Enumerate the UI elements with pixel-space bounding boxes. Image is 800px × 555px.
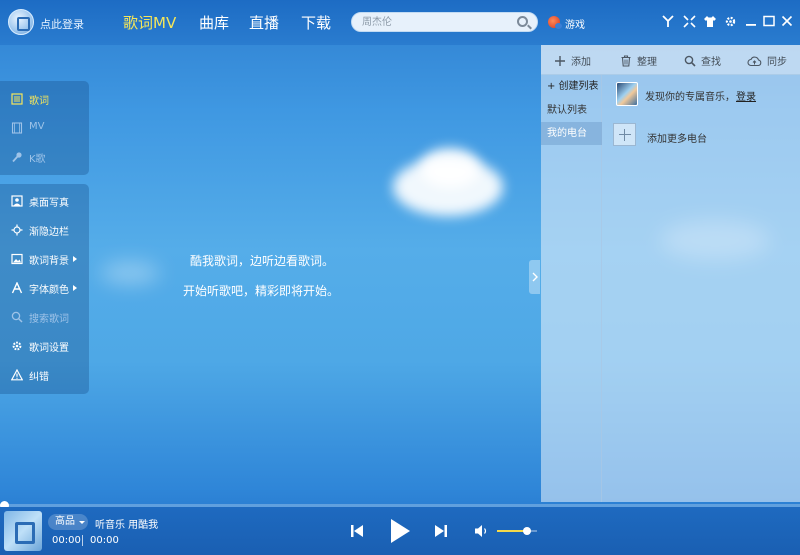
time-separator [82, 535, 83, 546]
quality-dropdown[interactable]: 高品 [48, 514, 88, 530]
volume-slider[interactable] [497, 527, 537, 535]
side-item-report-error[interactable]: 纠错 [0, 363, 89, 387]
side-item-fade-sidebar[interactable]: 渐隐边栏 [0, 218, 89, 242]
login-link[interactable]: 点此登录 [40, 16, 84, 32]
side-item-mv[interactable]: MV [0, 116, 89, 140]
tab-library[interactable]: 曲库 [199, 12, 229, 33]
desktop-photo-icon [11, 195, 23, 207]
find-button-label: 查找 [701, 57, 721, 68]
game-icon[interactable] [548, 16, 562, 29]
add-radio-button[interactable] [613, 123, 636, 146]
radio-login-link[interactable]: 登录 [736, 88, 756, 103]
search-input[interactable] [362, 14, 512, 30]
sync-button[interactable]: 同步 [747, 53, 787, 68]
microphone-icon [11, 151, 23, 163]
previous-track-button[interactable] [348, 522, 366, 540]
submenu-arrow-icon [73, 256, 77, 262]
submenu-arrow-icon [73, 285, 77, 291]
maximize-icon[interactable] [761, 13, 777, 29]
settings-gear-icon[interactable] [722, 13, 738, 29]
app-window: 点此登录 歌词MV 曲库 直播 下载 游戏 [0, 0, 800, 555]
next-icon [435, 525, 447, 537]
side-item-karaoke[interactable]: K歌 [0, 145, 89, 169]
compact-mode-icon[interactable] [681, 13, 697, 29]
play-icon [391, 519, 410, 543]
side-item-search-lyrics[interactable]: 搜索歌词 [0, 305, 89, 329]
lyrics-icon [11, 93, 23, 105]
fade-sidebar-icon [11, 224, 23, 236]
plus-icon [554, 55, 566, 67]
organize-button[interactable]: 整理 [620, 53, 657, 68]
game-link[interactable]: 游戏 [565, 16, 585, 31]
side-item-lyrics-settings[interactable]: 歌词设置 [0, 334, 89, 358]
discover-music-text: 发现你的专属音乐， [645, 92, 735, 103]
cloud-decoration [420, 148, 480, 188]
volume-handle[interactable] [523, 527, 531, 535]
cloud-sync-icon [747, 55, 762, 67]
previous-icon [351, 525, 363, 537]
side-item-label: 纠错 [29, 372, 49, 383]
side-item-label: 歌词背景 [29, 256, 69, 267]
panel-collapse-handle[interactable] [529, 260, 540, 294]
playlist-panel: 添加 整理 查找 同步 + 创建列表 默认列表 我的电台 发现你的专属音乐， 登… [541, 45, 800, 502]
sync-button-label: 同步 [767, 57, 787, 68]
font-icon [11, 282, 23, 294]
side-item-label: 渐隐边栏 [29, 227, 69, 238]
side-item-label: 歌词设置 [29, 343, 69, 354]
playlist-toolbar: 添加 整理 查找 同步 [541, 45, 800, 75]
lyrics-mode-menu: 歌词 MV K歌 [0, 81, 89, 175]
side-item-label: MV [29, 121, 45, 132]
side-item-font-color[interactable]: 字体颜色 [0, 276, 89, 300]
radio-avatar-image[interactable] [616, 82, 638, 106]
album-art[interactable] [4, 511, 42, 551]
lyrics-options-menu: 桌面写真 渐隐边栏 歌词背景 字体颜色 搜索歌词 歌词设置 纠错 [0, 184, 89, 394]
lyrics-prompt-line2: 开始听歌吧，精彩即将开始。 [183, 284, 340, 298]
add-button[interactable]: 添加 [554, 53, 591, 68]
mv-film-icon [11, 122, 23, 134]
tab-live[interactable]: 直播 [249, 12, 279, 33]
tab-lyrics-mv[interactable]: 歌词MV [123, 12, 176, 33]
track-title: 听音乐 用酷我 [95, 520, 159, 531]
current-time: 00:00 [52, 535, 81, 546]
create-playlist-button[interactable]: + 创建列表 [541, 75, 602, 98]
side-item-label: 歌词 [29, 96, 49, 107]
kuwo-logo[interactable] [8, 9, 34, 35]
side-item-label: 搜索歌词 [29, 314, 69, 325]
side-item-label: 桌面写真 [29, 198, 69, 209]
side-item-lyrics[interactable]: 歌词 [0, 87, 89, 111]
warning-icon [11, 369, 23, 381]
trash-icon [620, 54, 632, 67]
playlist-list: + 创建列表 默认列表 我的电台 [541, 75, 602, 502]
player-bar: 高品 听音乐 用酷我 00:00 00:00 [0, 507, 800, 555]
lyrics-prompt-line1: 酷我歌词，边听边看歌词。 [190, 254, 335, 268]
side-item-desktop-photo[interactable]: 桌面写真 [0, 189, 89, 213]
next-track-button[interactable] [432, 522, 450, 540]
tab-download[interactable]: 下载 [301, 12, 331, 33]
search-box [351, 12, 538, 32]
add-button-label: 添加 [571, 57, 591, 68]
title-bar: 点此登录 歌词MV 曲库 直播 下载 游戏 [0, 0, 800, 45]
search-icon [11, 311, 23, 323]
find-button[interactable]: 查找 [684, 53, 721, 68]
list-item-my-radio[interactable]: 我的电台 [541, 122, 602, 145]
cloud-decoration [100, 262, 160, 284]
organize-button-label: 整理 [637, 57, 657, 68]
side-item-label: K歌 [29, 154, 46, 165]
volume-icon[interactable] [474, 524, 490, 538]
close-icon[interactable] [779, 13, 795, 29]
list-item-default[interactable]: 默认列表 [541, 99, 602, 122]
side-item-lyrics-background[interactable]: 歌词背景 [0, 247, 89, 271]
chevron-right-icon [532, 272, 538, 282]
skin-shirt-icon[interactable] [702, 13, 718, 29]
image-icon [11, 253, 23, 265]
play-button[interactable] [386, 517, 414, 545]
minimize-icon[interactable] [743, 13, 759, 29]
search-icon [684, 55, 696, 67]
add-radio-label[interactable]: 添加更多电台 [647, 130, 707, 145]
antenna-icon[interactable] [660, 13, 676, 29]
gear-icon [11, 340, 23, 352]
search-icon[interactable] [517, 16, 528, 27]
total-time: 00:00 [90, 535, 119, 546]
side-item-label: 字体颜色 [29, 285, 69, 296]
